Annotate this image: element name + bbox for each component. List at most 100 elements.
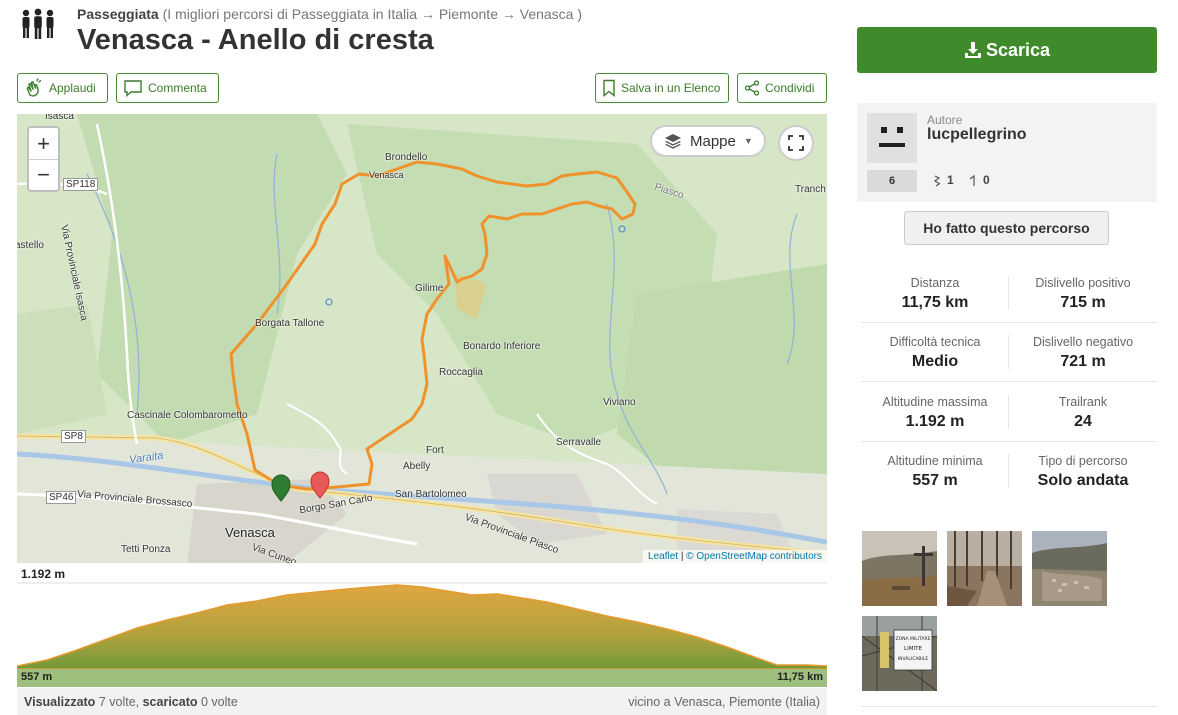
map-label-brondello: Brondello xyxy=(385,152,428,163)
stat-value: Medio xyxy=(911,353,959,370)
photo-thumbnail[interactable]: ZONA MILITARE LIMITE INVALICABILE xyxy=(862,616,937,691)
stat-label: Trailrank xyxy=(1058,395,1108,409)
author-trailrank-badge: 6 xyxy=(867,170,917,192)
map-label-bonardo: Bonardo Inferiore xyxy=(463,341,541,352)
condividi-button[interactable]: Condividi xyxy=(737,73,827,103)
stats-column-divider xyxy=(1008,454,1009,488)
applaudi-label: Applaudi xyxy=(49,81,96,95)
sign-text-line3: INVALICABILE xyxy=(898,656,929,662)
elevation-profile[interactable]: 1.192 m 557 m 11,75 km xyxy=(16,565,828,687)
download-button[interactable]: Scarica xyxy=(857,27,1157,73)
stat-value: Solo andata xyxy=(1037,472,1129,489)
commenta-button[interactable]: Commenta xyxy=(116,73,219,103)
downloaded-label: scaricato xyxy=(142,694,198,709)
avatar[interactable] xyxy=(867,113,917,163)
elevation-min-label: 557 m xyxy=(21,671,53,683)
stat-label: Distanza xyxy=(910,276,960,290)
photo-thumbnail[interactable] xyxy=(1032,531,1107,606)
sign-text-line2: LIMITE xyxy=(904,646,922,652)
applaudi-button[interactable]: Applaudi xyxy=(17,73,108,103)
stat-value: 721 m xyxy=(1060,353,1106,370)
author-card: Autore lucpellegrino 6 1 0 xyxy=(857,103,1157,202)
photo-forest-path xyxy=(947,531,1022,606)
salva-button[interactable]: Salva in un Elenco xyxy=(595,73,729,103)
map-label-isasca: Isasca xyxy=(45,114,74,122)
photos-divider xyxy=(861,706,1157,707)
salva-label: Salva in un Elenco xyxy=(621,81,721,95)
stat-value: 557 m xyxy=(912,472,958,489)
map-label-castello: astello xyxy=(17,240,44,251)
followers-icon xyxy=(933,174,941,186)
downloaded-count: 0 volte xyxy=(201,694,238,709)
elevation-distance-label: 11,75 km xyxy=(777,671,823,683)
map-label-sp118: SP118 xyxy=(63,178,99,191)
osm-link[interactable]: © OpenStreetMap contributors xyxy=(686,551,822,562)
comment-icon xyxy=(124,80,142,97)
photo-valley-view xyxy=(1032,531,1107,606)
map-label-abelly: Abelly xyxy=(403,461,431,472)
layer-label: Mappe xyxy=(690,132,736,150)
download-label: Scarica xyxy=(985,39,1051,60)
followers-value: 1 xyxy=(947,173,954,187)
map-label-serravalle: Serravalle xyxy=(556,437,602,448)
author-name[interactable]: lucpellegrino xyxy=(927,126,1027,144)
breadcrumb-path[interactable]: (I migliori percorsi di Passeggiata in I… xyxy=(163,6,582,22)
stat-difficulty: Difficoltà tecnica Medio xyxy=(861,335,1009,371)
map-label-borgata-tallone: Borgata Tallone xyxy=(255,318,325,329)
stat-label: Altitudine minima xyxy=(887,454,983,468)
viewed-count: 7 volte, xyxy=(98,694,140,709)
stat-trailrank: Trailrank 24 xyxy=(1009,395,1157,431)
zoom-out-button[interactable]: − xyxy=(29,159,58,190)
map-label-sp8: SP8 xyxy=(61,430,86,443)
download-icon xyxy=(964,42,981,58)
stat-value: 24 xyxy=(1074,413,1092,430)
map-label-fort: Fort xyxy=(426,445,444,456)
location-text: vicino a Venasca, Piemonte (Italia) xyxy=(628,694,820,709)
photo-cross-summit xyxy=(862,531,937,606)
stat-min-altitude: Altitudine minima 557 m xyxy=(861,454,1009,490)
zoom-in-button[interactable]: + xyxy=(29,128,58,159)
condividi-label: Condividi xyxy=(765,81,815,95)
map-label-venasca: Venasca xyxy=(225,525,275,540)
stat-elevation-gain: Dislivello positivo 715 m xyxy=(1009,276,1157,312)
commenta-label: Commenta xyxy=(148,81,207,95)
map-label-tetti-ponza: Tetti Ponza xyxy=(121,544,171,555)
breadcrumb-activity[interactable]: Passeggiata xyxy=(77,6,159,22)
map-label-tranch: Tranch xyxy=(795,184,826,195)
page-title: Venasca - Anello di cresta xyxy=(77,24,434,56)
share-icon xyxy=(744,80,760,96)
done-trail-button[interactable]: Ho fatto questo percorso xyxy=(904,211,1109,245)
attribution-separator: | xyxy=(680,551,684,562)
layers-icon xyxy=(665,134,681,149)
stat-value: 1.192 m xyxy=(905,413,965,430)
clap-hands-icon xyxy=(26,78,42,97)
sign-text-line1: ZONA MILITARE xyxy=(896,636,931,642)
view-stats: Visualizzato 7 volte, scaricato 0 volte xyxy=(24,695,238,709)
stat-max-altitude: Altitudine massima 1.192 m xyxy=(861,395,1009,431)
map-view[interactable]: Isasca SP118 astello Via Provinciale Isa… xyxy=(17,114,827,563)
fullscreen-button[interactable] xyxy=(778,125,814,161)
stat-value: 715 m xyxy=(1060,294,1106,311)
photo-thumbnail[interactable] xyxy=(947,531,1022,606)
photo-thumbnail[interactable] xyxy=(862,531,937,606)
trails-icon xyxy=(969,174,975,186)
elevation-max-label: 1.192 m xyxy=(21,567,66,581)
followers-count: 1 xyxy=(933,173,954,187)
leaflet-link[interactable]: Leaflet xyxy=(648,551,678,562)
map-label-gilime: Gilime xyxy=(415,283,444,294)
stat-label: Altitudine massima xyxy=(882,395,988,409)
stat-label: Dislivello positivo xyxy=(1035,276,1131,290)
stat-label: Tipo di percorso xyxy=(1038,454,1128,468)
stat-route-type: Tipo di percorso Solo andata xyxy=(1009,454,1157,490)
map-label-sp46: SP46 xyxy=(46,491,77,504)
stat-elevation-loss: Dislivello negativo 721 m xyxy=(1009,335,1157,371)
fullscreen-icon xyxy=(788,135,804,151)
stat-distance: Distanza 11,75 km xyxy=(861,276,1009,312)
stats-column-divider xyxy=(1008,395,1009,429)
layer-selector[interactable]: Mappe ▼ xyxy=(650,125,766,157)
photo-military-sign: ZONA MILITARE LIMITE INVALICABILE xyxy=(862,616,937,691)
map-label-venasca-top: Venasca xyxy=(369,170,404,180)
stats-divider xyxy=(861,441,1157,442)
stat-label: Difficoltà tecnica xyxy=(889,335,981,349)
stats-divider xyxy=(861,322,1157,323)
